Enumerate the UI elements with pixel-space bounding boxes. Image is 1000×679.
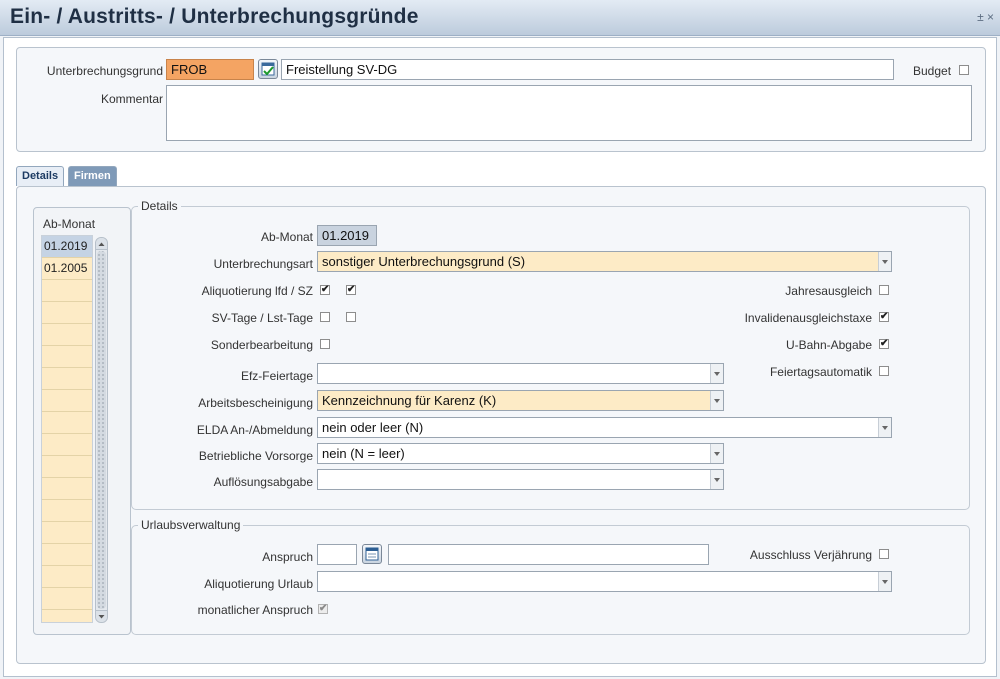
efz-select[interactable] bbox=[317, 363, 724, 384]
efz-dropdown[interactable] bbox=[710, 364, 723, 383]
jahresausgleich-checkbox[interactable] bbox=[879, 285, 889, 295]
monat-list-panel: Ab-Monat 01.2019 01.2005 bbox=[33, 207, 131, 635]
urlaub-group: Urlaubsverwaltung Anspruch Ausschluss Ve… bbox=[131, 518, 970, 635]
list-empty-row bbox=[42, 412, 92, 434]
tab-details[interactable]: Details bbox=[16, 166, 65, 186]
unterbrechungsart-select[interactable]: sonstiger Unterbrechungsgrund (S) bbox=[317, 251, 892, 272]
arbeitsbescheinigung-label: Arbeitsbescheinigung bbox=[198, 396, 313, 410]
list-item[interactable]: 01.2005 bbox=[42, 258, 92, 280]
chevron-down-icon bbox=[98, 615, 105, 619]
urlaub-aliquotierung-label: Aliquotierung Urlaub bbox=[204, 577, 313, 591]
list-empty-row bbox=[42, 588, 92, 610]
ubahn-checkbox[interactable]: ✔ bbox=[879, 339, 889, 349]
budget-checkbox[interactable] bbox=[959, 65, 969, 75]
check-icon: ✔ bbox=[319, 603, 328, 614]
list-empty-row bbox=[42, 544, 92, 566]
feiertagsautomatik-checkbox[interactable] bbox=[879, 366, 889, 376]
sv-tage-checkbox[interactable] bbox=[320, 312, 330, 322]
sonderbearbeitung-label: Sonderbearbeitung bbox=[210, 338, 313, 352]
checklist-icon bbox=[261, 62, 275, 76]
urlaub-group-title: Urlaubsverwaltung bbox=[138, 518, 244, 532]
list-empty-row bbox=[42, 478, 92, 500]
unterbrechungsart-label: Unterbrechungsart bbox=[213, 257, 313, 271]
scroll-thumb[interactable] bbox=[97, 251, 106, 609]
tab-panel: Ab-Monat 01.2019 01.2005 Details Ab-Mona… bbox=[16, 186, 986, 664]
arbeitsbescheinigung-select[interactable]: Kennzeichnung für Karenz (K) bbox=[317, 390, 724, 411]
anspruch-text-input[interactable] bbox=[388, 544, 709, 565]
ausschluss-label: Ausschluss Verjährung bbox=[749, 548, 872, 562]
lst-tage-checkbox[interactable] bbox=[346, 312, 356, 322]
chevron-up-icon bbox=[98, 242, 105, 246]
urlaub-aliquotierung-dropdown[interactable] bbox=[878, 572, 891, 591]
title-bar: Ein- / Austritts- / Unterbrechungsgründe… bbox=[0, 0, 1000, 36]
list-empty-row bbox=[42, 500, 92, 522]
header-panel: Unterbrechungsgrund FROB Freistellung SV… bbox=[16, 47, 986, 152]
elda-label: ELDA An-/Abmeldung bbox=[196, 423, 313, 437]
details-group-title: Details bbox=[138, 199, 181, 213]
check-icon: ✔ bbox=[347, 284, 356, 295]
list-empty-row bbox=[42, 434, 92, 456]
anspruch-label: Anspruch bbox=[262, 550, 313, 564]
list-scrollbar[interactable] bbox=[95, 237, 108, 623]
kommentar-textarea[interactable] bbox=[166, 85, 972, 141]
list-empty-row bbox=[42, 324, 92, 346]
vorsorge-select[interactable]: nein (N = leer) bbox=[317, 443, 724, 464]
aliquotierung-sz-checkbox[interactable]: ✔ bbox=[346, 285, 356, 295]
scroll-down-button[interactable] bbox=[96, 610, 107, 622]
unterbrechungsart-dropdown[interactable] bbox=[878, 252, 891, 271]
list-empty-row bbox=[42, 302, 92, 324]
anspruch-input[interactable] bbox=[317, 544, 357, 565]
details-group: Details Ab-Monat 01.2019 Unterbrechungsa… bbox=[131, 199, 970, 510]
list-empty-row bbox=[42, 522, 92, 544]
sonderbearbeitung-checkbox[interactable] bbox=[320, 339, 330, 349]
grund-code-input[interactable]: FROB bbox=[166, 59, 254, 80]
window-title: Ein- / Austritts- / Unterbrechungsgründe bbox=[10, 5, 419, 28]
lookup-button[interactable] bbox=[258, 59, 278, 79]
list-empty-row bbox=[42, 566, 92, 588]
urlaub-aliquotierung-select[interactable] bbox=[317, 571, 892, 592]
tab-firmen[interactable]: Firmen bbox=[68, 166, 117, 186]
vorsorge-label: Betriebliche Vorsorge bbox=[198, 449, 313, 463]
kommentar-label: Kommentar bbox=[100, 92, 163, 106]
invalidenausgleichstaxe-label: Invalidenausgleichstaxe bbox=[744, 311, 872, 325]
list-empty-row bbox=[42, 280, 92, 302]
form-content: Unterbrechungsgrund FROB Freistellung SV… bbox=[3, 37, 997, 677]
aliquotierung-lfd-checkbox[interactable]: ✔ bbox=[320, 285, 330, 295]
check-icon: ✔ bbox=[321, 284, 330, 295]
budget-label: Budget bbox=[913, 64, 952, 78]
sv-tage-label: SV-Tage / Lst-Tage bbox=[211, 311, 313, 325]
ausschluss-checkbox[interactable] bbox=[879, 549, 889, 559]
calendar-button[interactable] bbox=[362, 544, 382, 564]
jahresausgleich-label: Jahresausgleich bbox=[785, 284, 872, 298]
ab-monat-field: 01.2019 bbox=[317, 225, 377, 246]
arbeitsbescheinigung-dropdown[interactable] bbox=[710, 391, 723, 410]
monat-list: 01.2019 01.2005 bbox=[41, 235, 93, 623]
ab-monat-label: Ab-Monat bbox=[260, 230, 313, 244]
monat-list-header: Ab-Monat bbox=[43, 217, 96, 231]
check-icon: ✔ bbox=[880, 311, 889, 322]
elda-select[interactable]: nein oder leer (N) bbox=[317, 417, 892, 438]
list-empty-row bbox=[42, 368, 92, 390]
aufloesung-select[interactable] bbox=[317, 469, 724, 490]
elda-dropdown[interactable] bbox=[878, 418, 891, 437]
efz-label: Efz-Feiertage bbox=[240, 369, 313, 383]
check-icon: ✔ bbox=[880, 338, 889, 349]
ubahn-label: U-Bahn-Abgabe bbox=[785, 338, 872, 352]
vorsorge-dropdown[interactable] bbox=[710, 444, 723, 463]
monatlich-checkbox: ✔ bbox=[318, 604, 328, 614]
scroll-up-button[interactable] bbox=[96, 238, 107, 250]
list-empty-row bbox=[42, 390, 92, 412]
grund-label: Unterbrechungsgrund bbox=[46, 64, 163, 78]
calendar-icon bbox=[365, 547, 379, 561]
aliquotierung-label: Aliquotierung lfd / SZ bbox=[201, 284, 313, 298]
monatlich-label: monatlicher Anspruch bbox=[197, 603, 313, 617]
aufloesung-label: Auflösungsabgabe bbox=[213, 475, 313, 489]
grund-text-input[interactable]: Freistellung SV-DG bbox=[281, 59, 894, 80]
aufloesung-dropdown[interactable] bbox=[710, 470, 723, 489]
list-item[interactable]: 01.2019 bbox=[42, 236, 92, 258]
window-controls[interactable]: ± × bbox=[977, 10, 994, 24]
list-empty-row bbox=[42, 346, 92, 368]
invalidenausgleichstaxe-checkbox[interactable]: ✔ bbox=[879, 312, 889, 322]
list-empty-row bbox=[42, 456, 92, 478]
